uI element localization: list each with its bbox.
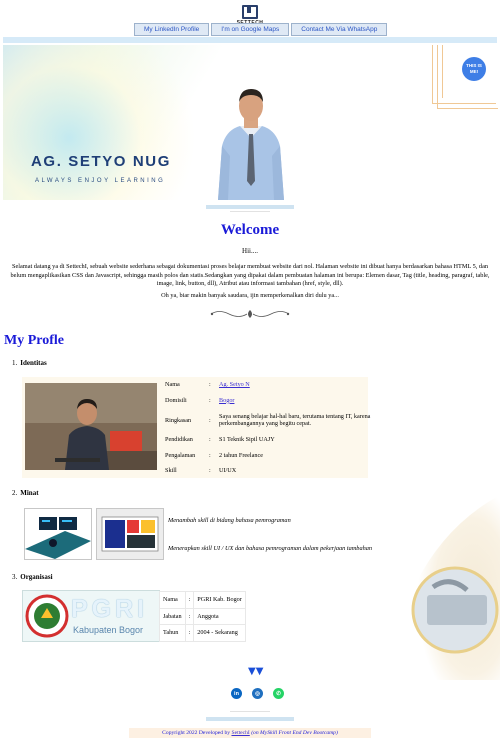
table-row: Domisili : Bogor (165, 396, 235, 404)
ornament-divider-icon (210, 310, 290, 318)
hero-watercolor (3, 45, 223, 200)
top-nav: My LinkedIn Profile I'm on Google Maps C… (134, 23, 388, 36)
social-links: in ◎ ✆ (231, 688, 284, 699)
minat-illustration-programming (24, 508, 92, 560)
whatsapp-contact-button[interactable]: Contact Me Via WhatsApp (291, 23, 388, 36)
section-organisasi: 3. Organisasi (12, 573, 53, 581)
section-divider-line (230, 711, 270, 712)
whatsapp-icon[interactable]: ✆ (273, 688, 284, 699)
identitas-photo (25, 383, 157, 470)
table-row: Nama : PGRI Kab. Bogor (159, 591, 246, 609)
linkedin-icon[interactable]: in (231, 688, 242, 699)
section-divider (206, 205, 294, 209)
intro-paragraph: Selamat datang ya di SettechI, sebuah we… (10, 263, 490, 287)
name-link[interactable]: Ag. Setyo N (219, 381, 250, 388)
table-row: Skill : UI/UX (165, 467, 237, 475)
pgri-logo: PGRI Kabupaten Bogor (22, 590, 160, 642)
minat-illustration-uiux (96, 508, 164, 560)
organisasi-table: Nama : PGRI Kab. Bogor Jabatan : Anggota… (159, 591, 246, 642)
welcome-heading: Welcome (220, 222, 280, 238)
logo-mark-icon (242, 5, 258, 19)
hero-name: AG. SETYO NUG (31, 153, 171, 170)
pgri-logo-subtext: Kabupaten Bogor (73, 625, 144, 635)
header-divider (3, 37, 497, 43)
linkedin-profile-button[interactable]: My LinkedIn Profile (134, 23, 210, 36)
footer: Copyright 2022 Developed by SettechI (on… (129, 728, 371, 738)
table-row: Nama : Ag. Setyo N (165, 381, 250, 389)
section-divider (206, 717, 294, 721)
identitas-table: Nama : Ag. Setyo N Domisili : Bogor Ring… (163, 377, 381, 479)
section-divider-line (230, 211, 270, 212)
scroll-down-arrows-icon[interactable]: ▼▼ (248, 666, 263, 677)
greeting-text: Hii.... (242, 247, 258, 255)
table-row: Pengalaman : 2 tahun Freelance (165, 451, 263, 459)
profile-photo (218, 89, 284, 200)
pgri-logo-text: PGRI (71, 595, 149, 623)
domicile-link[interactable]: Bogor (219, 397, 234, 404)
minat-item: Menambah skill di bidang bahasa pemrogra… (168, 517, 291, 524)
section-minat: 2. Minat (12, 489, 39, 497)
table-row: Jabatan : Anggota (159, 607, 246, 625)
table-row: Ringkasan : Saya senang belajar hal-hal … (165, 412, 371, 428)
globe-icon[interactable]: ◎ (252, 688, 263, 699)
table-row: Pendidikan : S1 Teknik Sipil UAJY (165, 436, 275, 444)
this-is-me-badge[interactable]: THIS IS ME! (462, 57, 486, 81)
profile-heading: My Profle (4, 333, 64, 348)
footer-author-link[interactable]: SettechI (231, 730, 249, 736)
intro-closing: Oh ya, biar makin banyak saudara, ijin m… (161, 292, 339, 299)
google-maps-button[interactable]: I'm on Google Maps (211, 23, 290, 36)
laptop-decoration (408, 495, 500, 680)
hero-tagline: ALWAYS ENJOY LEARNING (35, 178, 166, 184)
minat-item: Menerapkan skill UI / UX dan bahasa pemr… (168, 545, 373, 552)
table-row: Tahun : 2004 - Sekarang (159, 624, 246, 642)
section-identitas: 1. Identitas (12, 359, 47, 367)
